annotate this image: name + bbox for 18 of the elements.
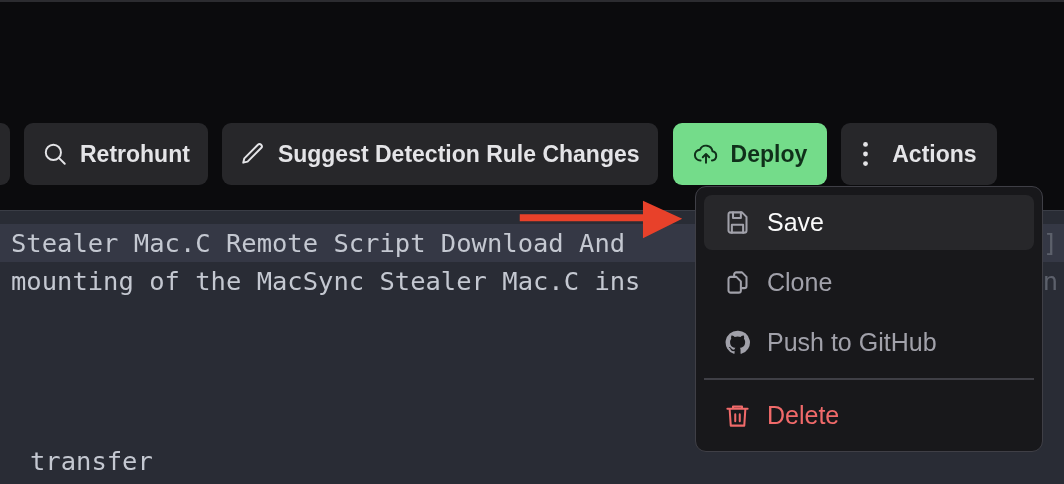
suggest-button[interactable]: Suggest Detection Rule Changes <box>221 123 658 185</box>
pencil-icon <box>239 141 266 167</box>
menu-item[interactable]: Push to GitHub <box>704 315 1034 370</box>
code-line: Stealer Mac.C Remote Script Download And <box>11 228 626 258</box>
copy-icon <box>724 269 751 296</box>
code-line: transfer <box>30 446 153 478</box>
deploy-button[interactable]: Deploy <box>672 123 828 185</box>
code-line: mounting of the MacSync Stealer Mac.C ins <box>11 266 641 296</box>
menu-item[interactable]: Save <box>704 195 1034 250</box>
retrohunt-button[interactable]: Retrohunt <box>24 123 208 185</box>
code-text: ] <box>1042 228 1058 258</box>
more-icon <box>863 142 869 166</box>
menu-item[interactable]: Clone <box>704 255 1034 310</box>
trash-icon <box>724 402 751 429</box>
github-icon <box>724 329 751 356</box>
menu-item[interactable]: Delete <box>704 388 1034 443</box>
search-icon <box>42 141 68 167</box>
actions-button[interactable]: Actions <box>841 123 997 185</box>
